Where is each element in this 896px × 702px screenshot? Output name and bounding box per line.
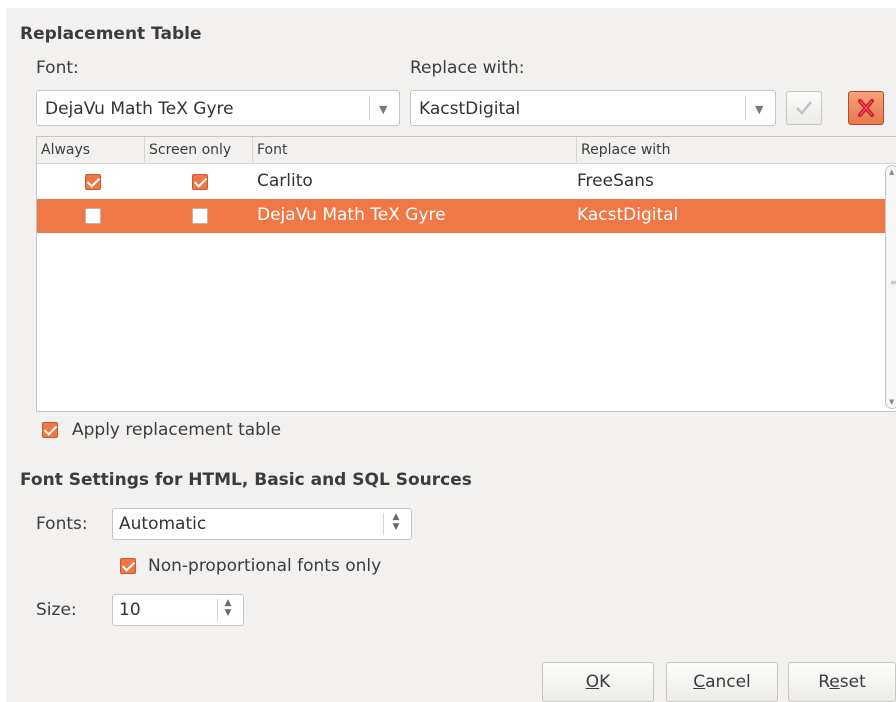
delete-icon	[858, 99, 874, 117]
font-combobox[interactable]: DejaVu Math TeX Gyre ▼	[36, 90, 400, 126]
select-separator	[383, 513, 384, 535]
combo-separator	[745, 96, 746, 120]
table-row[interactable]: Carlito FreeSans	[37, 165, 883, 199]
row-font: DejaVu Math TeX Gyre	[257, 205, 446, 225]
apply-replacement-button[interactable]	[786, 91, 822, 125]
size-value: 10	[119, 600, 141, 620]
column-header-replace-with[interactable]: Replace with	[577, 137, 896, 163]
screen-only-checkbox[interactable]	[192, 208, 208, 224]
ok-button[interactable]: OK	[542, 662, 654, 702]
cancel-text: ancel	[705, 672, 751, 692]
apply-check-icon	[796, 101, 812, 115]
cancel-mnemonic: C	[693, 672, 706, 692]
dropdown-arrow-icon[interactable]: ▼	[755, 103, 763, 116]
ok-mnemonic: O	[585, 672, 600, 692]
apply-replacement-checkbox[interactable]	[42, 422, 58, 438]
spin-updown-icon[interactable]: ▲ ▼	[223, 598, 233, 618]
source-fonts-heading: Font Settings for HTML, Basic and SQL So…	[20, 470, 472, 490]
scroll-grip-icon: ≡	[890, 278, 896, 287]
non-proportional-checkbox[interactable]	[120, 558, 136, 574]
fonts-select-value: Automatic	[119, 514, 207, 534]
screen-only-checkbox[interactable]	[192, 174, 208, 190]
column-header-screen-only[interactable]: Screen only	[145, 137, 253, 163]
replace-with-label: Replace with:	[410, 58, 525, 78]
dropdown-arrow-icon[interactable]: ▼	[379, 103, 387, 116]
table-row-selected[interactable]: DejaVu Math TeX Gyre KacstDigital	[37, 199, 885, 233]
spin-updown-icon[interactable]: ▲ ▼	[391, 512, 401, 532]
non-proportional-label[interactable]: Non-proportional fonts only	[148, 556, 381, 576]
reset-prefix: R	[818, 672, 830, 692]
combo-separator	[369, 96, 370, 120]
ok-text: K	[599, 672, 611, 692]
font-label: Font:	[36, 58, 79, 78]
replace-with-combobox[interactable]: KacstDigital ▼	[410, 90, 776, 126]
replacement-table[interactable]: Always Screen only Font Replace with Car…	[36, 136, 896, 412]
reset-mnemonic: e	[829, 672, 840, 692]
apply-replacement-label[interactable]: Apply replacement table	[72, 420, 281, 440]
fonts-label: Fonts:	[36, 514, 88, 534]
size-spinbox[interactable]: 10 ▲ ▼	[112, 594, 244, 626]
column-header-always[interactable]: Always	[37, 137, 145, 163]
dialog-panel: Replacement Table Font: Replace with: De…	[6, 8, 896, 702]
always-checkbox[interactable]	[85, 174, 101, 190]
column-header-font[interactable]: Font	[253, 137, 577, 163]
replacement-table-heading: Replacement Table	[20, 24, 202, 44]
scroll-up-icon[interactable]: ▲	[889, 168, 894, 176]
replace-combobox-value: KacstDigital	[419, 99, 521, 119]
always-checkbox[interactable]	[85, 208, 101, 224]
row-font: Carlito	[257, 171, 313, 191]
font-combobox-value: DejaVu Math TeX Gyre	[45, 99, 234, 119]
table-scrollbar[interactable]: ▲ ≡ ▼	[885, 165, 896, 409]
scroll-down-icon[interactable]: ▼	[889, 398, 894, 406]
row-replace: FreeSans	[577, 171, 654, 191]
reset-button[interactable]: Reset	[788, 662, 896, 702]
size-label: Size:	[36, 600, 77, 620]
delete-replacement-button[interactable]	[848, 91, 884, 125]
fonts-select[interactable]: Automatic ▲ ▼	[112, 508, 412, 540]
reset-text: set	[839, 672, 866, 692]
spin-separator	[217, 599, 218, 621]
cancel-button[interactable]: Cancel	[666, 662, 778, 702]
table-header: Always Screen only Font Replace with	[37, 137, 896, 164]
row-replace: KacstDigital	[577, 205, 679, 225]
